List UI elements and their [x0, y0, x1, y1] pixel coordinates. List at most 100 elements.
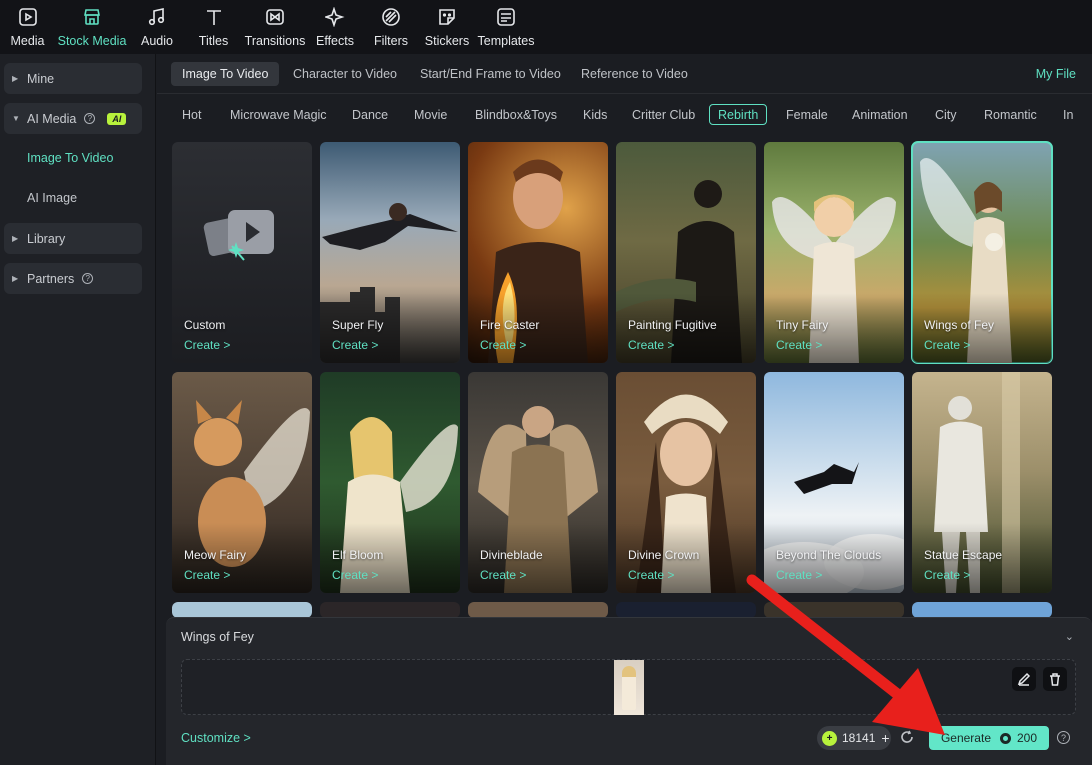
category-blindbox-toys[interactable]: Blindbox&Toys	[466, 104, 566, 125]
template-card[interactable]: Divine Crown Create >	[616, 372, 756, 593]
tab-reference-to-video[interactable]: Reference to Video	[570, 62, 699, 86]
card-create-link[interactable]: Create >	[924, 338, 970, 352]
tool-transitions[interactable]: Transitions	[245, 0, 305, 54]
card-create-link[interactable]: Create >	[776, 338, 822, 352]
sidebar-sub-ai-image[interactable]: AI Image	[27, 191, 77, 205]
template-card[interactable]: Custom Create >	[172, 142, 312, 363]
tool-label: Audio	[141, 34, 173, 48]
tool-audio[interactable]: Audio	[133, 0, 181, 54]
template-card-partial[interactable]	[172, 602, 312, 618]
template-card[interactable]: Elf Bloom Create >	[320, 372, 460, 593]
card-title: Custom	[184, 318, 226, 332]
customize-link[interactable]: Customize >	[181, 731, 251, 745]
tool-stock-media[interactable]: Stock Media	[51, 0, 133, 54]
card-create-link[interactable]: Create >	[184, 338, 230, 352]
help-icon[interactable]: ?	[82, 273, 94, 284]
my-file-link[interactable]: My File	[1036, 67, 1076, 81]
category-rebirth[interactable]: Rebirth	[709, 104, 768, 125]
category-city[interactable]: City	[926, 104, 966, 125]
credits-value: 18141	[842, 731, 876, 745]
edit-button[interactable]	[1012, 667, 1036, 691]
card-create-link[interactable]: Create >	[184, 568, 230, 582]
category-romantic[interactable]: Romantic	[975, 104, 1046, 125]
template-card[interactable]: Fire Caster Create >	[468, 142, 608, 363]
card-create-link[interactable]: Create >	[480, 338, 526, 352]
custom-media-icon	[203, 210, 274, 261]
mode-tabs: Image To Video Character to Video Start/…	[157, 54, 1092, 94]
pencil-icon	[1017, 672, 1031, 686]
generate-button[interactable]: Generate 200	[929, 726, 1049, 750]
tool-label: Media	[10, 34, 45, 48]
image-upload-area[interactable]	[181, 659, 1076, 715]
card-create-link[interactable]: Create >	[628, 568, 674, 582]
category-animation[interactable]: Animation	[843, 104, 917, 125]
refresh-icon[interactable]	[900, 730, 916, 746]
template-card-selected[interactable]: Wings of Fey Create >	[911, 141, 1053, 364]
sidebar-item-mine[interactable]: ▶ Mine	[4, 63, 142, 94]
sidebar-item-ai-media[interactable]: ▼ AI Media ? AI	[4, 103, 142, 134]
help-icon[interactable]: ?	[84, 113, 96, 124]
tool-stickers[interactable]: Stickers	[416, 0, 478, 54]
tool-label: Stickers	[424, 34, 470, 48]
tool-effects[interactable]: Effects	[304, 0, 366, 54]
tab-character-to-video[interactable]: Character to Video	[282, 62, 408, 86]
card-create-link[interactable]: Create >	[332, 338, 378, 352]
tab-image-to-video[interactable]: Image To Video	[171, 62, 280, 86]
tool-media[interactable]: Media	[4, 0, 51, 54]
credits-balance[interactable]: + 18141 +	[817, 726, 891, 750]
template-card-partial[interactable]	[764, 602, 904, 618]
card-title: Elf Bloom	[332, 548, 384, 562]
category-kids[interactable]: Kids	[574, 104, 616, 125]
template-icon	[495, 6, 517, 28]
tool-templates[interactable]: Templates	[478, 0, 535, 54]
credit-cost-icon	[1000, 732, 1011, 744]
card-title: Tiny Fairy	[776, 318, 829, 332]
category-microwave-magic[interactable]: Microwave Magic	[221, 104, 336, 125]
tool-titles[interactable]: Titles	[181, 0, 246, 54]
tab-start-end-frame[interactable]: Start/End Frame to Video	[409, 62, 572, 86]
template-card[interactable]: Meow Fairy Create >	[172, 372, 312, 593]
card-title: Statue Escape	[924, 548, 1003, 562]
category-dance[interactable]: Dance	[343, 104, 397, 125]
template-card-partial[interactable]	[320, 602, 460, 618]
card-title: Meow Fairy	[184, 548, 247, 562]
music-note-icon	[146, 6, 168, 28]
card-create-link[interactable]: Create >	[332, 568, 378, 582]
ai-badge: AI	[107, 112, 127, 125]
template-card[interactable]: Divineblade Create >	[468, 372, 608, 593]
left-sidebar: ▶ Mine ▼ AI Media ? AI Image To Video AI…	[0, 54, 156, 765]
card-title: Painting Fugitive	[628, 318, 717, 332]
sidebar-item-label: Partners	[27, 271, 75, 286]
category-hot[interactable]: Hot	[173, 104, 210, 125]
template-card[interactable]: Beyond The Clouds Create >	[764, 372, 904, 593]
category-more[interactable]: In	[1054, 104, 1082, 125]
tool-label: Stock Media	[57, 34, 127, 48]
category-movie[interactable]: Movie	[405, 104, 456, 125]
card-create-link[interactable]: Create >	[776, 568, 822, 582]
template-card[interactable]: Super Fly Create >	[320, 142, 460, 363]
tool-filters[interactable]: Filters	[366, 0, 416, 54]
card-create-link[interactable]: Create >	[924, 568, 970, 582]
category-critter-club[interactable]: Critter Club	[623, 104, 704, 125]
generate-cost: 200	[1017, 731, 1038, 745]
card-create-link[interactable]: Create >	[480, 568, 526, 582]
sidebar-item-label: Library	[27, 231, 66, 246]
card-create-link[interactable]: Create >	[628, 338, 674, 352]
sidebar-sub-image-to-video[interactable]: Image To Video	[27, 151, 113, 165]
template-card-partial[interactable]	[912, 602, 1052, 618]
store-icon	[81, 6, 103, 28]
template-card[interactable]: Statue Escape Create >	[912, 372, 1052, 593]
chevron-down-icon[interactable]: ⌄	[1065, 630, 1074, 643]
sidebar-item-partners[interactable]: ▶ Partners ?	[4, 263, 142, 294]
help-icon[interactable]: ?	[1057, 731, 1070, 744]
media-icon	[17, 6, 39, 28]
template-card-partial[interactable]	[468, 602, 608, 618]
expand-arrow-icon: ▶	[12, 274, 19, 283]
template-card-partial[interactable]	[616, 602, 756, 618]
category-female[interactable]: Female	[777, 104, 837, 125]
delete-button[interactable]	[1043, 667, 1067, 691]
template-card[interactable]: Tiny Fairy Create >	[764, 142, 904, 363]
sidebar-item-library[interactable]: ▶ Library	[4, 223, 142, 254]
template-card[interactable]: Painting Fugitive Create >	[616, 142, 756, 363]
add-credits-icon[interactable]: +	[881, 730, 889, 746]
